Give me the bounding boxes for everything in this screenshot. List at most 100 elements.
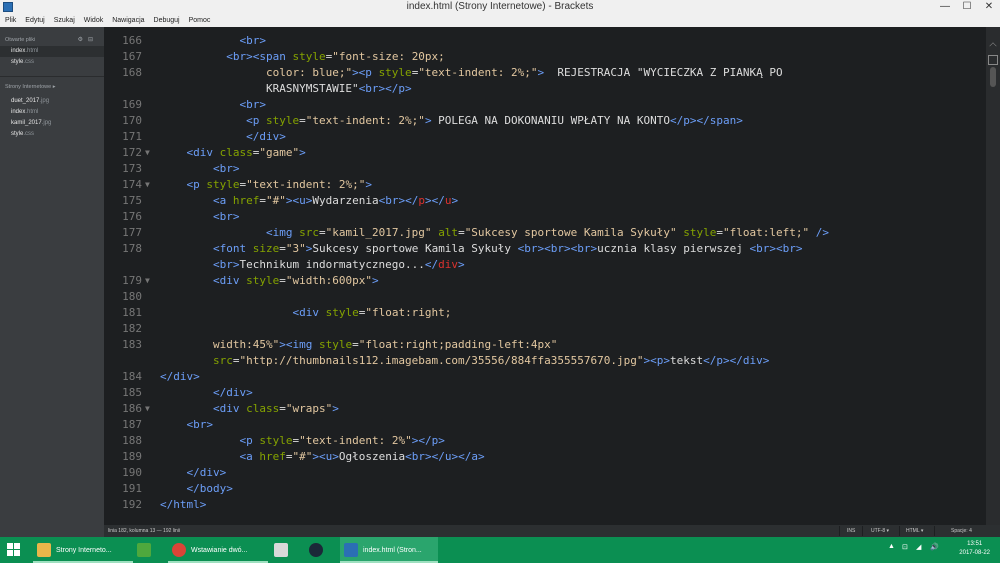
vertical-scrollbar[interactable] (986, 27, 1000, 525)
menu-view[interactable]: Widok (79, 14, 107, 27)
ins-mode[interactable]: INS (847, 528, 855, 534)
code-text: <p style="text-indent: 2%"></p> (239, 434, 445, 447)
close-button[interactable]: ✕ (978, 0, 1000, 14)
chrome-icon (172, 543, 186, 557)
taskbar-item-notepad[interactable] (133, 537, 165, 563)
chevron-down-icon: ▸ (52, 84, 56, 90)
code-text: </body> (186, 482, 233, 495)
taskbar: Strony Interneto... Wstawianie dwó... in… (0, 537, 1000, 563)
code-line[interactable]: 176 <br> (104, 209, 986, 225)
extensions-icon[interactable] (988, 55, 998, 65)
menu-find[interactable]: Szukaj (49, 14, 79, 27)
windows-start-icon[interactable] (7, 543, 21, 557)
spaces-indicator[interactable]: Spacje: 4 (951, 528, 972, 534)
scrollbar-thumb[interactable] (990, 67, 996, 87)
code-text: <p style="text-indent: 2%;"> (186, 178, 372, 191)
project-header[interactable]: Strony Internetowe ▸ (0, 82, 104, 93)
project-file-item[interactable]: duet_2017.jpg (0, 96, 104, 107)
code-line[interactable]: 183 width:45%"><img style="float:right;p… (104, 337, 986, 353)
code-line[interactable]: 186 ▼ <div class="wraps"> (104, 401, 986, 417)
project-file-item[interactable]: style.css (0, 129, 104, 140)
code-text: color: blue;"><p style="text-indent: 2%;… (265, 66, 783, 79)
code-editor[interactable]: 166 <br> 167 <br><span style="font-size: … (104, 27, 986, 525)
menu-file[interactable]: Plik (0, 14, 20, 27)
open-file-item[interactable]: style.css (0, 57, 104, 68)
code-line[interactable]: 166 <br> (104, 33, 986, 49)
project-file-item[interactable]: index.html (0, 107, 104, 118)
code-line[interactable]: 179 ▼ <div style="width:600px"> (104, 273, 986, 289)
line-number: 190 (122, 466, 142, 479)
code-line[interactable]: 187 <br> (104, 417, 986, 433)
volume-icon[interactable]: 🔊 (930, 543, 939, 551)
code-line[interactable]: 184 </div> (104, 369, 986, 385)
code-line[interactable]: 192 </html> (104, 497, 986, 513)
fold-arrow-icon[interactable]: ▼ (145, 145, 150, 161)
file-ext: .jpg (39, 98, 50, 104)
file-ext: .css (23, 131, 35, 137)
menu-navigate[interactable]: Nawigacja (107, 14, 148, 27)
code-text: </div> (186, 466, 227, 479)
code-line[interactable]: 169 <br> (104, 97, 986, 113)
line-number: 178 (122, 242, 142, 255)
code-line[interactable]: src="http://thumbnails112.imagebam.com/3… (104, 353, 986, 369)
code-line[interactable]: 180 (104, 289, 986, 305)
maximize-button[interactable]: ☐ (956, 0, 978, 14)
clock[interactable]: 13:51 2017-08-22 (959, 540, 990, 558)
code-line[interactable]: 170 <p style="text-indent: 2%;"> POLEGA … (104, 113, 986, 129)
code-line[interactable]: 175 <a href="#"><u>Wydarzenia<br></p></u… (104, 193, 986, 209)
taskbar-item-document[interactable] (270, 537, 302, 563)
open-files-title: Otwarte pliki (5, 37, 36, 43)
code-line[interactable]: 182 (104, 321, 986, 337)
file-ext: .css (23, 59, 35, 65)
open-file-item[interactable]: index.html (0, 46, 104, 57)
code-text: <br> (212, 162, 240, 175)
tray-display-icon[interactable]: ⊡ (902, 543, 908, 551)
code-line[interactable]: 167 <br><span style="font-size: 20px; (104, 49, 986, 65)
fold-arrow-icon[interactable]: ▼ (145, 401, 150, 417)
code-line[interactable]: 185 </div> (104, 385, 986, 401)
code-line[interactable]: 181 <div style="float:right; (104, 305, 986, 321)
code-line[interactable]: 191 </body> (104, 481, 986, 497)
network-icon[interactable]: ◢ (916, 543, 921, 551)
minimize-button[interactable]: — (934, 0, 956, 14)
code-line[interactable]: 189 <a href="#"><u>Ogłoszenia<br></u></a… (104, 449, 986, 465)
fold-arrow-icon[interactable]: ▼ (145, 177, 150, 193)
code-line[interactable]: 188 <p style="text-indent: 2%"></p> (104, 433, 986, 449)
code-text: <font size="3">Sukcesy sportowe Kamila S… (212, 242, 803, 255)
code-line[interactable]: 168 color: blue;"><p style="text-indent:… (104, 65, 986, 81)
code-line[interactable]: 172 ▼ <div class="game"> (104, 145, 986, 161)
code-line[interactable]: 173 <br> (104, 161, 986, 177)
taskbar-item-chrome[interactable]: Wstawianie dwó... (168, 537, 268, 563)
steam-icon (309, 543, 323, 557)
code-line[interactable]: 190 </div> (104, 465, 986, 481)
taskbar-item-explorer[interactable]: Strony Interneto... (33, 537, 133, 563)
gear-icon[interactable]: ⚙ (78, 37, 88, 43)
code-line[interactable]: KRASNYMSTAWIE"<br></p> (104, 81, 986, 97)
code-text: </html> (160, 498, 207, 511)
code-line[interactable]: 178 <font size="3">Sukcesy sportowe Kami… (104, 241, 986, 257)
code-text: <br> (186, 418, 214, 431)
taskbar-item-steam[interactable] (305, 537, 337, 563)
line-number: 166 (122, 34, 142, 47)
encoding-select[interactable]: UTF-8 ▾ (871, 528, 889, 534)
code-line[interactable]: <br>Technikum indormatycznego...</div> (104, 257, 986, 273)
taskbar-item-brackets[interactable]: index.html (Stron... (340, 537, 438, 563)
menu-edit[interactable]: Edytuj (20, 14, 48, 27)
tray-expand-icon[interactable]: ▲ (888, 543, 895, 550)
menu-debug[interactable]: Debuguj (149, 14, 184, 27)
status-divider (899, 526, 900, 536)
live-preview-icon[interactable] (989, 42, 997, 50)
line-number: 167 (122, 50, 142, 63)
fold-arrow-icon[interactable]: ▼ (145, 273, 150, 289)
brackets-icon (344, 543, 358, 557)
code-text: <div style="width:600px"> (212, 274, 379, 287)
project-file-item[interactable]: kamil_2017.jpg (0, 118, 104, 129)
code-line[interactable]: 174 ▼ <p style="text-indent: 2%;"> (104, 177, 986, 193)
code-line[interactable]: 171 </div> (104, 129, 986, 145)
line-number: 175 (122, 194, 142, 207)
project-title: Strony Internetowe (5, 84, 52, 90)
split-icon[interactable]: ⊟ (88, 37, 98, 43)
menu-help[interactable]: Pomoc (184, 14, 215, 27)
code-line[interactable]: 177 <img src="kamil_2017.jpg" alt="Sukce… (104, 225, 986, 241)
language-select[interactable]: HTML ▾ (906, 528, 923, 534)
